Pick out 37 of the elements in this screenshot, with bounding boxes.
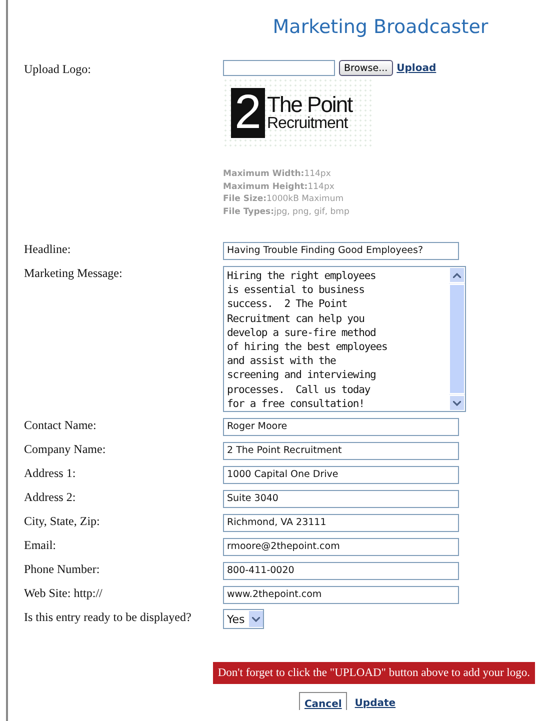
field-label: Marketing Message: <box>23 265 124 281</box>
text-field[interactable]: Richmond, VA 23111 <box>223 514 459 532</box>
page-title: Marketing Broadcaster <box>272 15 490 40</box>
text-field[interactable]: www.2thepoint.com <box>223 586 459 604</box>
file-limit-text: File Size:1000kB Maximum <box>223 193 344 206</box>
field-label: Upload Logo: <box>23 61 92 77</box>
field-label: Address 2: <box>23 489 77 505</box>
ready-select[interactable]: Yes <box>223 609 264 629</box>
message-textarea[interactable]: Hiring the right employees is essential to business success. 2 The Point Recruitment can help you develop a sure-fire method of hiring the best employees and assist with the screening and interviewing processes. Call us today for a free consultation! <box>223 266 466 412</box>
field-label: Email: <box>23 537 57 553</box>
upload-reminder-banner: Don't forget to click the "UPLOAD" button above to add your logo. <box>212 662 535 684</box>
file-limit-text: Maximum Width:114px <box>223 168 332 180</box>
scroll-down-icon[interactable] <box>453 400 461 406</box>
text-field[interactable]: rmoore@2thepoint.com <box>223 538 459 556</box>
upload-link[interactable]: Upload <box>396 62 436 74</box>
text-field[interactable]: Roger Moore <box>223 418 459 436</box>
file-path-field[interactable] <box>223 60 335 76</box>
field-label: Contact Name: <box>23 417 98 433</box>
field-label: Company Name: <box>23 441 107 457</box>
text-field[interactable]: 1000 Capital One Drive <box>223 466 459 484</box>
field-label: City, State, Zip: <box>23 513 101 529</box>
field-label: Web Site: http:// <box>23 585 104 601</box>
update-link[interactable]: Update <box>354 692 396 710</box>
browse-button[interactable]: Browse... <box>339 60 393 76</box>
file-limit-text: File Types:jpg, png, gif, bmp <box>223 206 350 218</box>
scroll-up-icon[interactable] <box>453 272 461 278</box>
headline-field[interactable]: Having Trouble Finding Good Employees? <box>223 242 459 260</box>
file-limit-text: Maximum Height:114px <box>223 180 336 193</box>
field-label: Phone Number: <box>23 561 101 577</box>
text-field[interactable]: Suite 3040 <box>223 490 459 508</box>
text-field[interactable]: 2 The Point Recruitment <box>223 442 459 460</box>
field-label: Headline: <box>23 241 72 257</box>
text-field[interactable]: 800-411-0020 <box>223 562 459 580</box>
field-label: Is this entry ready to be displayed? <box>23 609 192 625</box>
field-label: Address 1: <box>23 465 77 481</box>
cancel-link[interactable]: Cancel <box>299 692 347 710</box>
scrollbar[interactable] <box>449 267 465 411</box>
